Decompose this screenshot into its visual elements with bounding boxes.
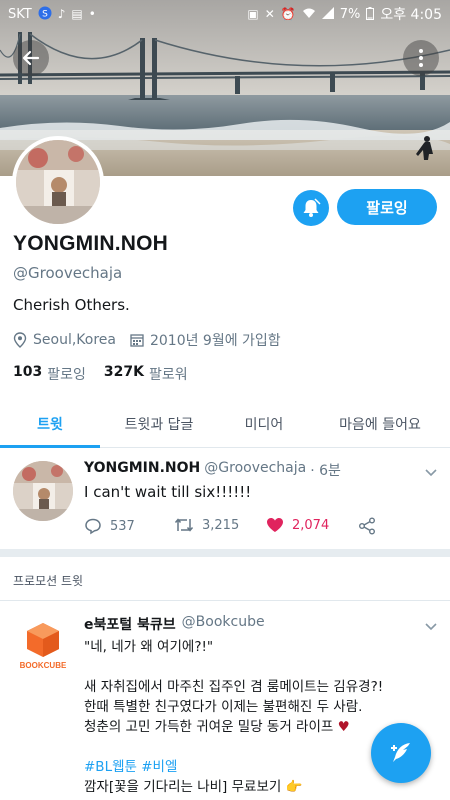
tab-likes[interactable]: 마음에 들어요 <box>310 400 450 447</box>
music-note-icon: ♪ <box>57 7 66 21</box>
share-button[interactable] <box>358 517 376 535</box>
tab-tweets-and-replies[interactable]: 트윗과 답글 <box>100 400 218 447</box>
arrow-left-icon <box>22 50 40 66</box>
clock: 오후 4:05 <box>380 7 442 23</box>
signal-icon <box>321 7 334 21</box>
following-count-link[interactable]: 103 팔로잉 <box>13 364 86 384</box>
retweet-count: 3,215 <box>202 517 240 533</box>
retweet-icon <box>174 518 194 532</box>
tweet-time: · 6분 <box>310 463 341 479</box>
more-options-button[interactable] <box>403 40 439 76</box>
tweet-menu-button[interactable] <box>424 463 438 482</box>
promoted-line-2: 새 자취집에서 마주친 집주인 겸 룸메이트는 김유경?! <box>84 679 384 695</box>
notifications-bell-button[interactable] <box>293 190 329 226</box>
tweet-text: I can't wait till six!!!!!! <box>84 483 252 501</box>
heart-icon <box>267 518 283 532</box>
joined-item: 2010년 9월에 가입함 <box>130 330 281 350</box>
overflow-dots-icon: • <box>88 7 96 21</box>
chevron-down-icon <box>425 469 437 477</box>
joined-text: 2010년 9월에 가입함 <box>149 333 281 349</box>
alarm-icon: ⏰ <box>280 7 296 21</box>
like-button[interactable]: 2,074 <box>266 517 329 533</box>
svg-text:S: S <box>42 10 48 20</box>
tweet-item[interactable]: YONGMIN.NOH @Groovechaja · 6분 I can't wa… <box>0 449 450 549</box>
logo-text: BOOKCUBE <box>20 661 67 670</box>
bio-text: Cherish Others. <box>13 296 130 314</box>
tweet-avatar[interactable] <box>13 461 73 521</box>
promoted-text: "네, 네가 왜 여기에?!" 새 자취집에서 마주친 집주인 겸 룸메이트는 … <box>84 637 424 797</box>
promoted-author-handle: @Bookcube <box>181 614 265 630</box>
promoted-line-4: 청춘의 고민 가득한 귀여운 밀당 동거 라이프 <box>84 719 334 735</box>
location-text: Seoul,Korea <box>33 332 116 348</box>
profile-tabs: 트윗 트윗과 답글 미디어 마음에 들어요 <box>0 400 450 448</box>
share-icon <box>359 517 375 535</box>
heart-emoji-icon: ♥ <box>337 719 350 735</box>
retweet-button[interactable]: 3,215 <box>174 517 239 533</box>
tab-media[interactable]: 미디어 <box>218 400 310 447</box>
follow-counts: 103 팔로잉 327K 팔로워 <box>13 364 206 384</box>
nfc-icon: ▣ <box>247 7 259 21</box>
promoted-line-6-row: 깜자[꽃을 기다리는 나비] 무료보기 👉 <box>84 777 424 797</box>
following-label: 팔로잉 <box>47 367 86 383</box>
profile-screen: SKT S ♪ ▤ • ▣ ✕ ⏰ 7% 오후 4:05 팔로잉 YONGMIN… <box>0 0 450 800</box>
promoted-author-name[interactable]: e북포털 북큐브 <box>84 614 176 634</box>
promoted-line-4-row: 청춘의 고민 가득한 귀여운 밀당 동거 라이프 ♥ <box>84 717 424 737</box>
followers-label: 팔로워 <box>148 367 188 383</box>
profile-meta: Seoul,Korea 2010년 9월에 가입함 <box>13 330 295 350</box>
tweet-avatar-photo <box>13 461 73 521</box>
tweet-author-handle: @Groovechaja <box>204 460 307 476</box>
battery-percent: 7% <box>339 6 361 22</box>
promoted-header: e북포털 북큐브 @Bookcube <box>84 614 265 634</box>
tab-tweets[interactable]: 트윗 <box>0 400 100 448</box>
tweet-header: YONGMIN.NOH @Groovechaja · 6분 <box>84 460 341 480</box>
tweet-author-name[interactable]: YONGMIN.NOH <box>84 460 200 480</box>
like-count: 2,074 <box>292 517 330 533</box>
promoted-line-6: 깜자[꽃을 기다리는 나비] 무료보기 <box>84 779 282 795</box>
bell-icon <box>303 198 321 217</box>
reply-button[interactable]: 537 <box>84 517 135 535</box>
promoted-line-1: "네, 네가 왜 여기에?!" <box>84 639 214 655</box>
promoted-line-3: 한때 특별한 친구였다가 이제는 불편해진 두 사람. <box>84 699 363 715</box>
compose-tweet-button[interactable] <box>371 723 431 783</box>
bookcube-logo[interactable]: BOOKCUBE <box>13 619 73 671</box>
back-button[interactable] <box>13 40 49 76</box>
bookcube-cube-icon: BOOKCUBE <box>20 623 67 670</box>
location-pin-icon <box>13 332 27 348</box>
carrier-label: SKT <box>8 6 32 22</box>
mute-icon: ✕ <box>264 7 275 21</box>
pointing-hand-icon: 👉 <box>285 779 303 795</box>
promoted-menu-button[interactable] <box>424 617 438 636</box>
display-name: YONGMIN.NOH <box>13 232 169 255</box>
battery-icon <box>366 6 375 22</box>
wifi-icon <box>302 7 316 21</box>
avatar-photo <box>16 140 100 224</box>
vertical-dots-icon <box>419 49 423 67</box>
following-button[interactable]: 팔로잉 <box>337 189 437 225</box>
location-item: Seoul,Korea <box>13 332 116 348</box>
reply-count: 537 <box>110 518 135 534</box>
followers-count: 327K <box>103 364 144 380</box>
app-icon: S <box>38 6 52 22</box>
section-separator <box>0 549 450 557</box>
calendar-icon <box>130 334 144 347</box>
profile-avatar[interactable] <box>12 136 104 228</box>
user-handle: @Groovechaja <box>13 264 123 282</box>
reply-icon <box>85 518 101 535</box>
following-count: 103 <box>13 364 43 380</box>
tweet-actions: 537 3,215 2,074 <box>84 517 394 539</box>
promoted-section-label: 프로모션 트윗 <box>13 574 84 588</box>
chevron-down-icon <box>425 623 437 631</box>
status-bar: SKT S ♪ ▤ • ▣ ✕ ⏰ 7% 오후 4:05 <box>0 0 450 28</box>
notification-icon: ▤ <box>71 7 83 21</box>
followers-count-link[interactable]: 327K 팔로워 <box>104 364 188 384</box>
compose-quill-icon <box>391 743 410 762</box>
